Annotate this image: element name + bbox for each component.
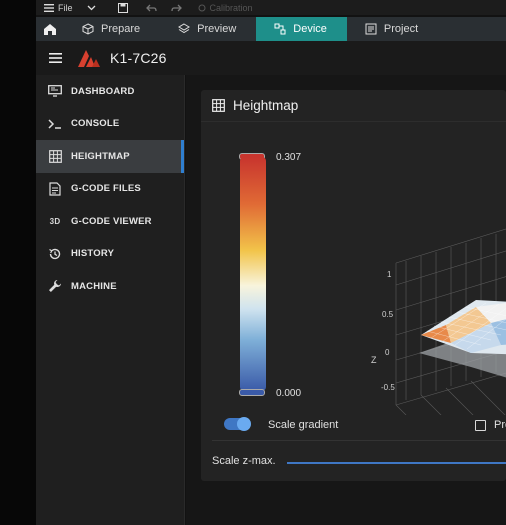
grid-icon xyxy=(212,99,225,112)
printer-name: K1-7C26 xyxy=(110,50,167,66)
layers-icon xyxy=(178,23,191,34)
file-menu[interactable]: File xyxy=(44,3,73,13)
tab-label: Project xyxy=(383,23,419,35)
z-tick: -0.5 xyxy=(381,383,395,392)
heightmap-panel: Heightmap 0.307 0.000 1 0.5 0 -0.5 Z Sca… xyxy=(201,90,506,481)
scale-gradient-label: Scale gradient xyxy=(268,419,339,431)
sidebar-item-machine[interactable]: MACHINE xyxy=(36,270,184,303)
gradient-max-value: 0.307 xyxy=(276,152,302,163)
toggle-knob xyxy=(237,417,251,431)
tab-preview[interactable]: Preview xyxy=(160,17,256,41)
gradient-bottom-cap xyxy=(239,389,265,396)
console-icon xyxy=(47,116,63,132)
sidebar: DASHBOARD CONSOLE HEIGHTMAP G-CODE FILES… xyxy=(36,75,185,525)
sidebar-item-history[interactable]: HISTORY xyxy=(36,238,184,271)
undo-icon xyxy=(145,4,157,11)
calibration-menu[interactable]: Calibration xyxy=(198,3,253,13)
wrench-icon xyxy=(47,278,63,294)
tab-label: Device xyxy=(293,23,327,35)
sidebar-item-label: DASHBOARD xyxy=(71,85,135,97)
main-content: Heightmap 0.307 0.000 1 0.5 0 -0.5 Z Sca… xyxy=(186,75,506,525)
save-icon xyxy=(117,2,128,13)
menu-icon xyxy=(44,3,54,12)
gradient-min-value: 0.000 xyxy=(276,388,302,399)
sidebar-item-label: MACHINE xyxy=(71,280,117,292)
sidebar-item-label: G-CODE VIEWER xyxy=(71,215,152,227)
main-tab-bar: Prepare Preview Device Project xyxy=(36,17,506,41)
sidebar-item-console[interactable]: CONSOLE xyxy=(36,108,184,141)
z-tick: 0 xyxy=(385,348,390,357)
probe-label: Probe xyxy=(494,419,506,431)
3d-icon: 3D xyxy=(49,216,61,226)
sidebar-item-label: HEIGHTMAP xyxy=(71,150,130,162)
color-scale-gradient xyxy=(240,157,266,391)
z-tick: 0.5 xyxy=(382,310,394,319)
app-window: File Calibration Prepare Preview Device … xyxy=(0,0,506,525)
file-menu-label: File xyxy=(58,2,73,13)
panel-title: Heightmap xyxy=(233,98,299,113)
file-dropdown[interactable] xyxy=(87,5,96,11)
grid-icon xyxy=(47,148,63,164)
tab-project[interactable]: Project xyxy=(347,17,438,41)
scale-gradient-toggle[interactable] xyxy=(224,417,251,431)
sidebar-item-label: CONSOLE xyxy=(71,118,120,130)
chevron-down-icon xyxy=(87,5,95,10)
redo-button[interactable] xyxy=(170,4,182,12)
device-icon xyxy=(274,23,286,35)
history-icon xyxy=(47,246,63,262)
monitor-icon xyxy=(47,83,63,99)
divider xyxy=(212,440,506,441)
panel-header: Heightmap xyxy=(201,90,506,122)
redo-icon xyxy=(170,4,182,11)
undo-button[interactable] xyxy=(145,4,157,12)
sidebar-item-heightmap[interactable]: HEIGHTMAP xyxy=(36,140,184,173)
scale-zmax-slider[interactable] xyxy=(287,462,506,464)
left-edge xyxy=(0,0,36,525)
save-button[interactable] xyxy=(117,2,128,13)
z-axis-label: Z xyxy=(371,355,377,365)
tab-label: Prepare xyxy=(101,23,141,35)
calibration-label: Calibration xyxy=(209,2,253,13)
heightmap-3d-plot[interactable]: 1 0.5 0 -0.5 Z 50 100 1 xyxy=(351,185,506,415)
scale-zmax-label: Scale z-max. xyxy=(212,455,276,467)
creality-logo-icon xyxy=(78,50,100,67)
hamburger-icon[interactable] xyxy=(49,53,62,63)
file-icon xyxy=(47,181,63,197)
sidebar-item-gcode-viewer[interactable]: 3D G-CODE VIEWER xyxy=(36,205,184,238)
probe-checkbox[interactable] xyxy=(475,420,486,431)
tab-device[interactable]: Device xyxy=(256,17,347,41)
home-button[interactable] xyxy=(36,17,64,41)
tab-prepare[interactable]: Prepare xyxy=(64,17,160,41)
sidebar-item-label: HISTORY xyxy=(71,248,115,260)
sidebar-item-label: G-CODE FILES xyxy=(71,183,141,195)
project-icon xyxy=(365,23,377,35)
tab-label: Preview xyxy=(197,23,237,35)
cube-icon xyxy=(82,23,94,35)
menubar: File Calibration xyxy=(36,0,506,15)
calibration-icon xyxy=(198,4,206,11)
sidebar-item-dashboard[interactable]: DASHBOARD xyxy=(36,75,184,108)
sidebar-item-gcode-files[interactable]: G-CODE FILES xyxy=(36,173,184,206)
z-tick: 1 xyxy=(387,270,392,279)
app-header: K1-7C26 xyxy=(36,41,506,75)
home-icon xyxy=(44,23,56,35)
